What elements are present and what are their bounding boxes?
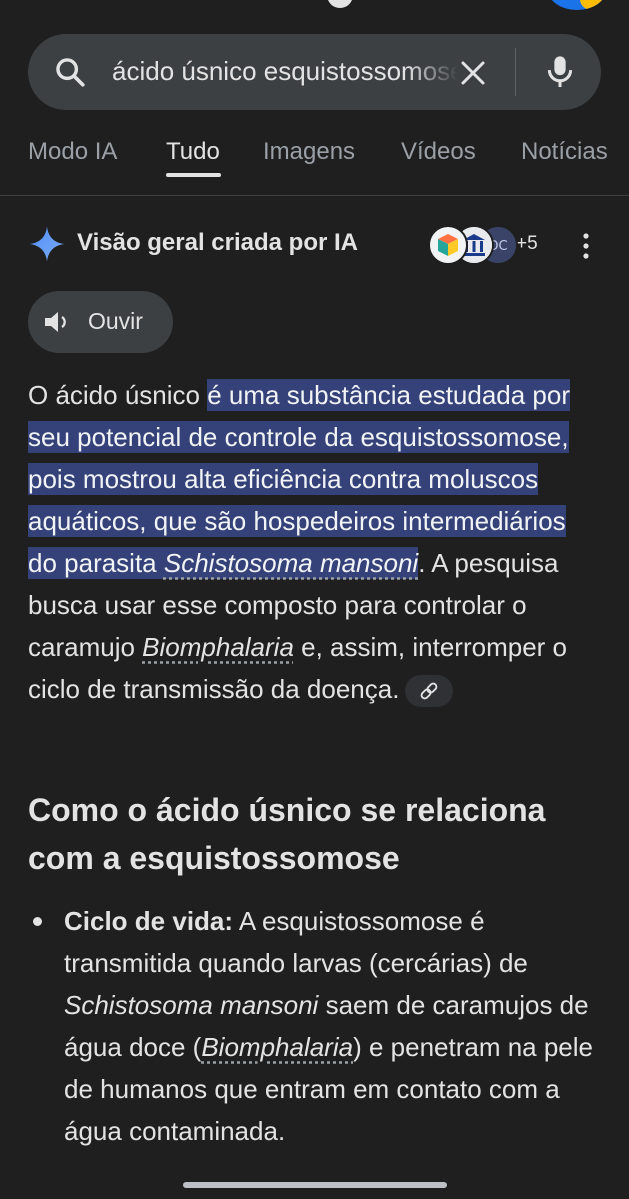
search-bar[interactable]: ácido úsnico esquistossomose	[28, 34, 601, 110]
tab-modo-ia[interactable]: Modo IA	[28, 138, 117, 166]
term-biomphalaria[interactable]: Biomphalaria	[142, 632, 294, 662]
listen-label: Ouvir	[88, 308, 143, 334]
mic-icon[interactable]	[538, 50, 582, 94]
paragraph-lead: O ácido úsnico	[28, 380, 208, 410]
ai-overview-title: Visão geral criada por IA	[77, 229, 359, 256]
close-icon[interactable]	[452, 52, 494, 94]
search-input[interactable]: ácido úsnico esquistossomose	[112, 56, 458, 87]
search-divider	[515, 48, 516, 96]
source-favicons[interactable]: DC	[428, 225, 518, 265]
more-sources-count[interactable]: +5	[516, 233, 538, 255]
search-icon[interactable]	[50, 52, 90, 92]
bullet-label: Ciclo de vida:	[64, 906, 234, 936]
term-biomphalaria[interactable]: Biomphalaria	[201, 1032, 353, 1062]
listen-button[interactable]: Ouvir	[28, 291, 173, 353]
bullet-dot	[33, 917, 42, 926]
gemini-spark-icon	[28, 225, 66, 268]
speaker-icon	[43, 309, 71, 340]
term-schistosoma-italic: Schistosoma mansoni	[64, 990, 319, 1020]
ai-overview-paragraph: O ácido úsnico é uma substância estudada…	[28, 374, 600, 710]
ai-overview-header: Visão geral criada por IA DC +5	[0, 215, 629, 275]
alert-badge	[580, 0, 602, 10]
tab-noticias[interactable]: Notícias	[521, 138, 608, 166]
search-results-page: ácido úsnico esquistossomose Modo IA Tud…	[0, 0, 629, 1199]
home-indicator[interactable]	[183, 1182, 447, 1188]
tab-videos[interactable]: Vídeos	[401, 138, 476, 166]
status-indicator	[327, 0, 353, 8]
tab-imagens[interactable]: Imagens	[263, 138, 355, 166]
active-tab-indicator	[166, 173, 221, 177]
list-item: Ciclo de vida: A esquistossomose é trans…	[28, 900, 600, 1152]
account-avatar[interactable]	[548, 0, 606, 10]
more-vert-icon[interactable]	[574, 229, 598, 263]
link-icon[interactable]	[405, 675, 454, 708]
tab-tudo[interactable]: Tudo	[166, 138, 220, 166]
search-tabs: Modo IA Tudo Imagens Vídeos Notícias	[0, 118, 629, 196]
source-favicon-cube[interactable]	[428, 225, 468, 265]
bullet-list: Ciclo de vida: A esquistossomose é trans…	[28, 900, 600, 1152]
term-schistosoma[interactable]: Schistosoma mansoni	[163, 547, 419, 579]
section-heading: Como o ácido úsnico se relaciona com a e…	[28, 792, 546, 876]
